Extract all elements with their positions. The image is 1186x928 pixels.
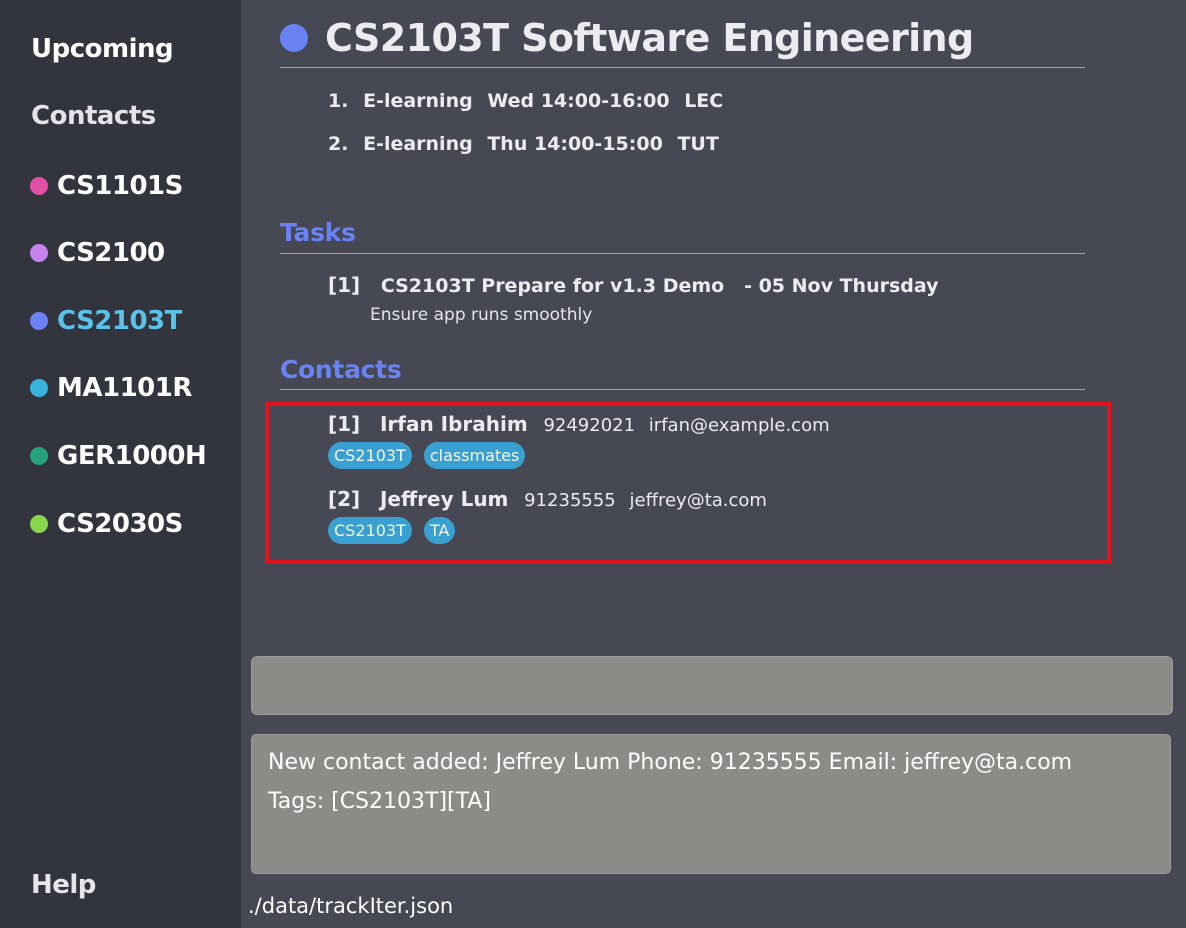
contact-phone: 92492021 <box>543 415 636 436</box>
contact-name: Irfan Ibrahim <box>379 412 528 436</box>
sidebar-item-upcoming[interactable]: Upcoming <box>31 34 174 64</box>
lesson-type: LEC <box>684 90 724 112</box>
module-color-dot <box>30 379 48 397</box>
command-input[interactable] <box>251 656 1173 715</box>
module-color-dot <box>30 312 48 330</box>
lesson-item: 1. E-learning Wed 14:00-16:00 LEC <box>328 90 731 112</box>
lesson-time: Wed 14:00-16:00 <box>487 90 670 112</box>
module-header: CS2103T Software Engineering <box>280 16 974 60</box>
module-color-dot <box>30 177 48 195</box>
module-color-dot <box>30 447 48 465</box>
sidebar-item-ma1101r[interactable]: MA1101R <box>30 373 192 403</box>
contact-email: irfan@example.com <box>648 415 830 436</box>
contact-tags: CS2103T TA <box>328 517 467 544</box>
sidebar-item-ger1000h[interactable]: GER1000H <box>30 441 207 471</box>
tag-badge: CS2103T <box>328 517 412 544</box>
page-title: CS2103T Software Engineering <box>325 16 974 60</box>
module-label: MA1101R <box>57 373 192 403</box>
module-color-dot <box>30 244 48 262</box>
tag-badge: classmates <box>423 442 526 469</box>
module-label: GER1000H <box>57 441 207 471</box>
sidebar: Upcoming Contacts CS1101S CS2100 CS2103T… <box>0 0 241 928</box>
divider <box>280 389 1085 390</box>
sidebar-item-contacts[interactable]: Contacts <box>31 101 156 131</box>
tasks-heading: Tasks <box>280 218 356 247</box>
contacts-heading: Contacts <box>280 355 402 384</box>
app-window: Upcoming Contacts CS1101S CS2100 CS2103T… <box>0 0 1186 928</box>
module-color-dot <box>30 515 48 533</box>
lesson-venue: E-learning <box>363 90 473 112</box>
module-label: CS2100 <box>57 238 165 268</box>
lesson-type: TUT <box>677 133 719 155</box>
contact-index: [1] <box>328 412 361 436</box>
task-description: Ensure app runs smoothly <box>370 305 593 325</box>
main-panel: CS2103T Software Engineering 1. E-learni… <box>241 0 1186 928</box>
contact-item[interactable]: [2] Jeffrey Lum 91235555 jeffrey@ta.com <box>328 487 775 511</box>
sidebar-item-cs1101s[interactable]: CS1101S <box>30 171 183 201</box>
task-title: CS2103T Prepare for v1.3 Demo <box>380 275 725 297</box>
contact-name: Jeffrey Lum <box>379 487 509 511</box>
contact-item[interactable]: [1] Irfan Ibrahim 92492021 irfan@example… <box>328 412 838 436</box>
result-display: New contact added: Jeffrey Lum Phone: 91… <box>251 734 1171 874</box>
task-date: - 05 Nov Thursday <box>744 275 939 297</box>
status-bar-file-path: ./data/trackIter.json <box>248 894 454 918</box>
contact-tags: CS2103T classmates <box>328 442 537 469</box>
sidebar-item-cs2100[interactable]: CS2100 <box>30 238 165 268</box>
module-label: CS2030S <box>57 509 183 539</box>
lesson-number: 2. <box>328 133 349 155</box>
module-color-dot <box>280 24 308 52</box>
task-index: [1] <box>328 273 361 297</box>
tag-badge: TA <box>423 517 456 544</box>
module-label: CS1101S <box>57 171 183 201</box>
sidebar-item-cs2030s[interactable]: CS2030S <box>30 509 183 539</box>
task-item[interactable]: [1] CS2103T Prepare for v1.3 Demo - 05 N… <box>328 273 939 297</box>
contact-email: jeffrey@ta.com <box>629 490 767 511</box>
lesson-item: 2. E-learning Thu 14:00-15:00 TUT <box>328 133 727 155</box>
result-line: Tags: [CS2103T][TA] <box>268 789 491 814</box>
module-label: CS2103T <box>57 306 182 336</box>
sidebar-item-cs2103t[interactable]: CS2103T <box>30 306 182 336</box>
sidebar-item-help[interactable]: Help <box>31 870 96 900</box>
divider <box>280 67 1085 68</box>
result-line: New contact added: Jeffrey Lum Phone: 91… <box>268 750 1073 775</box>
lesson-venue: E-learning <box>363 133 473 155</box>
tag-badge: CS2103T <box>328 442 412 469</box>
contact-index: [2] <box>328 487 361 511</box>
contact-phone: 91235555 <box>524 490 616 511</box>
lesson-number: 1. <box>328 90 349 112</box>
lesson-time: Thu 14:00-15:00 <box>487 133 663 155</box>
divider <box>280 253 1085 254</box>
